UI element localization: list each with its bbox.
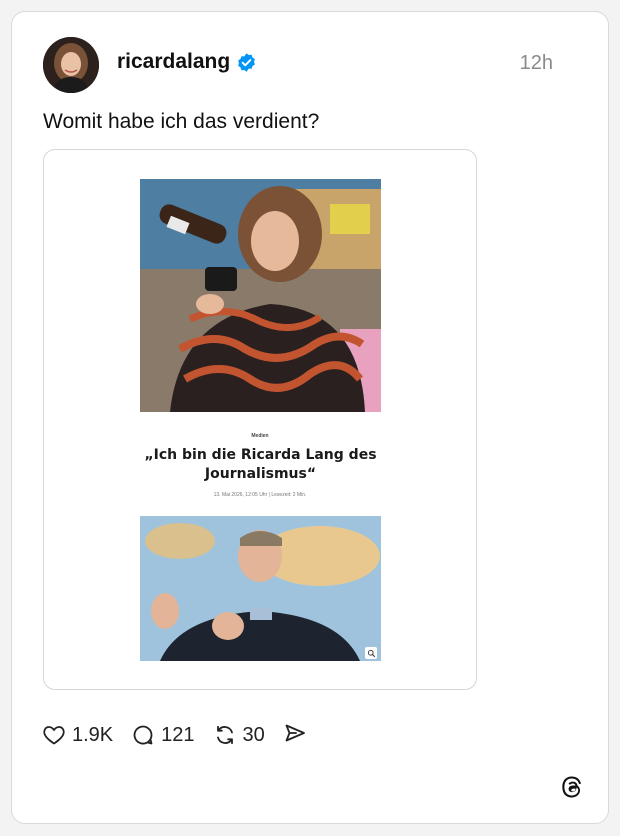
article-category: Medien — [251, 433, 269, 439]
action-bar: 1.9K 121 30 — [42, 722, 307, 748]
avatar[interactable] — [43, 37, 99, 93]
article-meta: 13. Mai 2026, 12:05 Uhr | Lesezeit: 2 Mi… — [44, 492, 476, 498]
article-date: 13. Mai 2026, 12:05 Uhr — [213, 492, 268, 498]
heart-icon — [43, 726, 65, 745]
like-button[interactable]: 1.9K — [42, 723, 113, 747]
embedded-image[interactable]: Medien „Ich bin die Ricarda Lang des Jou… — [43, 149, 477, 690]
repost-icon — [216, 725, 233, 745]
comment-icon — [133, 725, 153, 745]
timestamp: 12h — [519, 52, 553, 74]
like-count: 1.9K — [72, 723, 114, 746]
username[interactable]: ricardalang — [117, 50, 257, 74]
post-text: Womit habe ich das verdient? — [43, 110, 320, 133]
threads-logo-icon[interactable] — [558, 773, 586, 801]
article-read-time: Lesezeit: 2 Min. — [271, 492, 307, 498]
verified-icon — [238, 52, 256, 72]
article-photo-top — [140, 179, 381, 412]
reply-button[interactable]: 121 — [131, 723, 195, 747]
article-photo-bottom — [140, 516, 381, 661]
zoom-icon[interactable] — [365, 647, 377, 659]
username-text[interactable]: ricardalang — [117, 50, 230, 74]
share-button[interactable] — [283, 721, 307, 750]
article-title: „Ich bin die Ricarda Lang des Journalism… — [144, 447, 377, 482]
post-card: ricardalang 12h Womit habe ich das verdi… — [11, 11, 609, 824]
reply-count: 121 — [161, 723, 195, 746]
repost-count: 30 — [242, 723, 265, 746]
send-icon — [285, 724, 305, 741]
repost-button[interactable]: 30 — [213, 723, 265, 747]
